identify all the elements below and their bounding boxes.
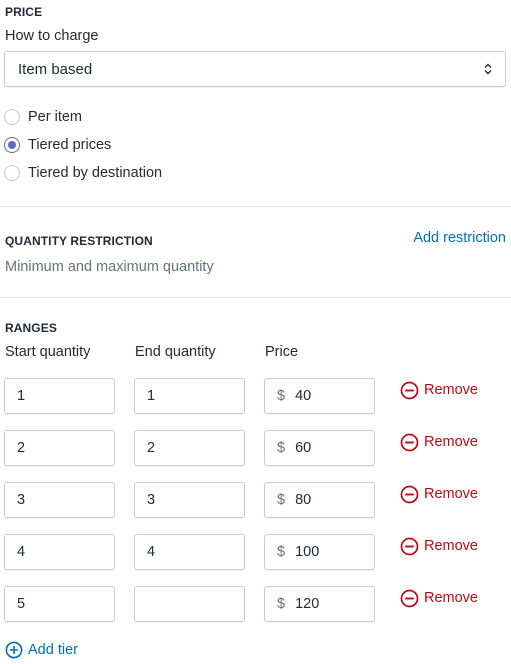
currency-prefix: $ [277,440,286,456]
radio-tiered-by-destination[interactable]: Tiered by destination [4,163,162,183]
start-quantity-input[interactable] [4,534,115,570]
start-quantity-input[interactable] [4,482,115,518]
price-input[interactable] [295,388,366,404]
remove-label: Remove [424,382,478,398]
price-input[interactable] [295,544,366,560]
start-quantity-input[interactable] [4,586,115,622]
radio-per-item[interactable]: Per item [4,107,82,127]
radio-label: Per item [28,109,82,125]
price-input[interactable] [295,492,366,508]
minus-circle-icon [400,381,419,399]
currency-prefix: $ [277,544,286,560]
price-field[interactable]: $ [264,482,375,518]
currency-prefix: $ [277,388,286,404]
end-quantity-input[interactable] [134,430,245,466]
plus-circle-icon [5,641,23,659]
add-tier-label: Add tier [28,642,78,658]
select-caret-icon [484,63,492,75]
price-input[interactable] [295,596,366,612]
currency-prefix: $ [277,596,286,612]
how-to-charge-label: How to charge [5,28,99,44]
radio-label: Tiered prices [28,137,112,153]
price-field[interactable]: $ [264,378,375,414]
radio-button[interactable] [4,109,20,125]
price-field[interactable]: $ [264,430,375,466]
price-input[interactable] [295,440,366,456]
currency-prefix: $ [277,492,286,508]
section-divider [0,206,511,207]
remove-tier-button[interactable]: Remove [400,588,478,608]
remove-tier-button[interactable]: Remove [400,536,478,556]
minus-circle-icon [400,589,419,607]
section-divider [0,297,511,298]
minus-circle-icon [400,433,419,451]
radio-tiered-prices[interactable]: Tiered prices [4,135,111,155]
end-quantity-input[interactable] [134,378,245,414]
quantity-restriction-title: QUANTITY RESTRICTION [5,234,153,248]
end-quantity-input[interactable] [134,586,245,622]
quantity-restriction-description: Minimum and maximum quantity [5,259,214,275]
remove-label: Remove [424,434,478,450]
add-tier-button[interactable]: Add tier [5,640,78,660]
price-header: Price [265,344,299,360]
remove-label: Remove [424,590,478,606]
price-section-title: PRICE [5,5,43,19]
remove-tier-button[interactable]: Remove [400,380,478,400]
add-restriction-link[interactable]: Add restriction [413,230,506,246]
remove-label: Remove [424,538,478,554]
end-quantity-input[interactable] [134,482,245,518]
charge-method-value: Item based [18,60,93,78]
end-quantity-header: End quantity [135,344,216,360]
start-quantity-input[interactable] [4,378,115,414]
minus-circle-icon [400,537,419,555]
minus-circle-icon [400,485,419,503]
remove-label: Remove [424,486,478,502]
remove-tier-button[interactable]: Remove [400,432,478,452]
remove-tier-button[interactable]: Remove [400,484,478,504]
charge-method-select[interactable]: Item based [4,51,506,87]
radio-button[interactable] [4,137,20,153]
price-field[interactable]: $ [264,534,375,570]
start-quantity-header: Start quantity [5,344,91,360]
end-quantity-input[interactable] [134,534,245,570]
ranges-title: RANGES [5,321,57,335]
radio-label: Tiered by destination [28,165,163,181]
price-field[interactable]: $ [264,586,375,622]
radio-button[interactable] [4,165,20,181]
start-quantity-input[interactable] [4,430,115,466]
